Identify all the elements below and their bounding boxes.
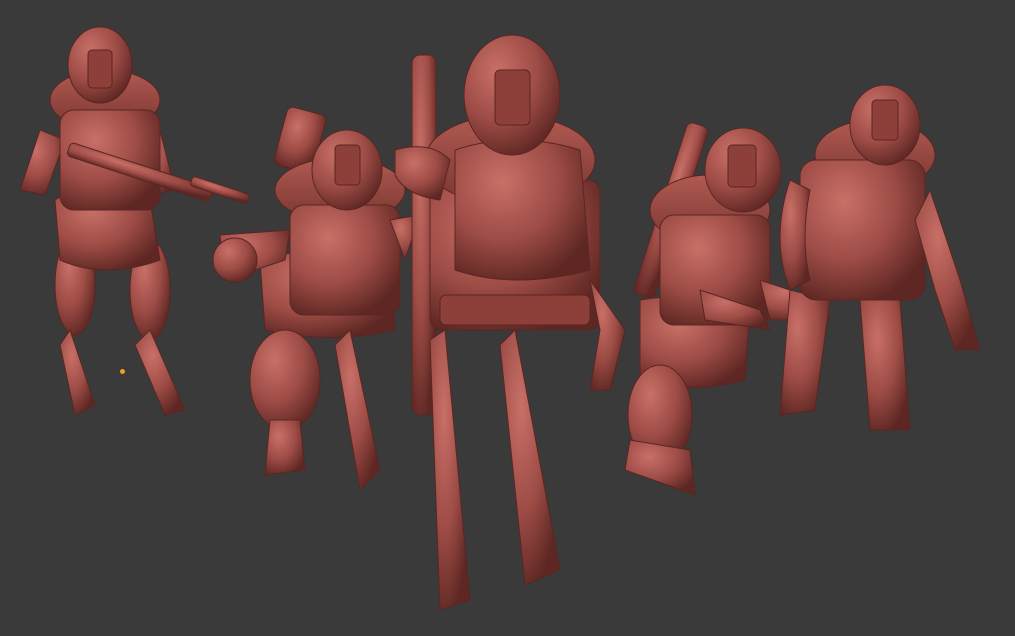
figure-reaching-soldier <box>779 84 981 431</box>
figure-clawed-soldier <box>212 106 421 492</box>
3d-viewport[interactable] <box>0 0 1015 636</box>
figure-tall-backpack-soldier <box>394 34 626 611</box>
sculpt-scene <box>19 26 981 611</box>
origin-marker <box>120 369 125 374</box>
figure-rifle-soldier <box>19 26 250 416</box>
